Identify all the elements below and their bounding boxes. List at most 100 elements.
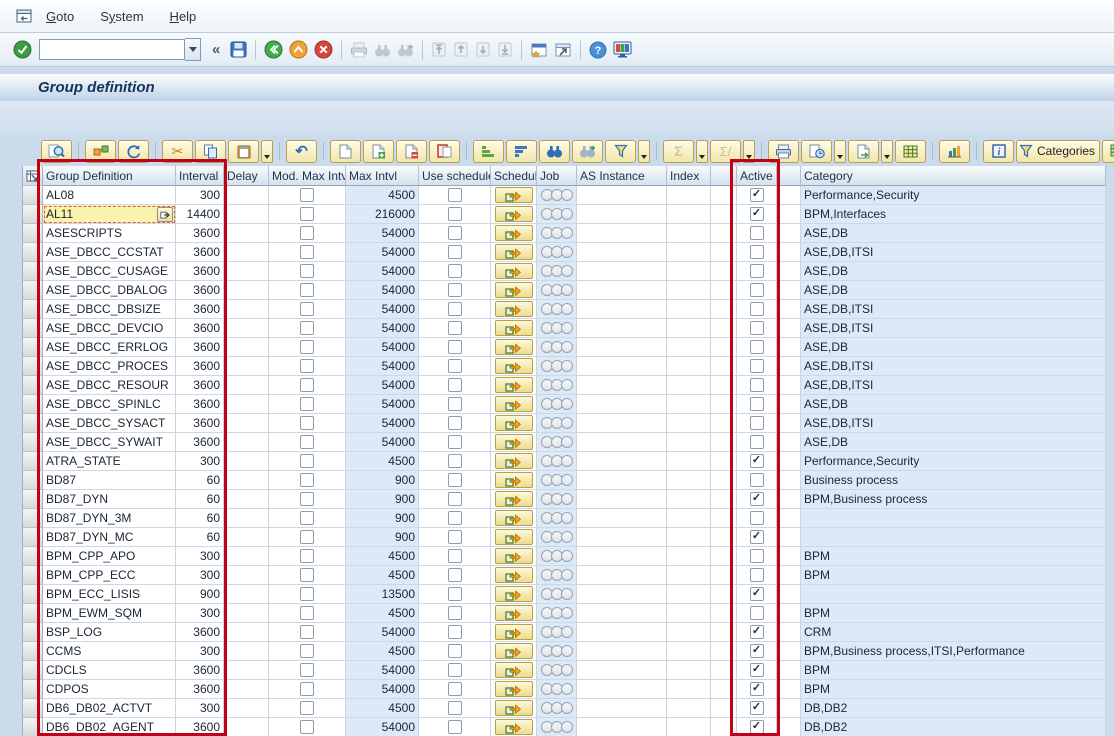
active-checkbox[interactable] <box>750 321 764 335</box>
row-selector[interactable] <box>23 623 43 642</box>
first-page-icon[interactable] <box>431 42 447 57</box>
mod-max-intvl-checkbox[interactable] <box>300 454 314 468</box>
cell-delay[interactable] <box>224 509 269 528</box>
job-status-icons[interactable] <box>541 702 573 714</box>
use-schedule-checkbox[interactable] <box>448 302 462 316</box>
cell-max-intvl[interactable]: 54000 <box>346 319 419 338</box>
cell-group[interactable]: BD87_DYN_MC <box>43 528 176 547</box>
cell-interval[interactable]: 3600 <box>176 243 224 262</box>
cell-category[interactable]: Business process <box>801 471 1106 490</box>
active-checkbox[interactable] <box>750 340 764 354</box>
schedule-button[interactable] <box>495 225 533 241</box>
cell-as-instance[interactable] <box>577 452 667 471</box>
schedule-button[interactable] <box>495 415 533 431</box>
active-checkbox[interactable] <box>750 302 764 316</box>
cell-index[interactable] <box>667 585 711 604</box>
row-selector[interactable] <box>23 509 43 528</box>
find-icon[interactable] <box>374 43 391 57</box>
active-checkbox[interactable]: ✓ <box>750 625 764 639</box>
schedule-button[interactable] <box>495 206 533 222</box>
mod-max-intvl-checkbox[interactable] <box>300 435 314 449</box>
cell-index[interactable] <box>667 642 711 661</box>
mod-max-intvl-checkbox[interactable] <box>300 701 314 715</box>
job-status-icons[interactable] <box>541 550 573 562</box>
cell-group[interactable]: ASE_DBCC_DEVCIO <box>43 319 176 338</box>
cell-as-instance[interactable] <box>577 376 667 395</box>
schedule-button[interactable] <box>495 662 533 678</box>
cell-group[interactable]: ASE_DBCC_PROCES <box>43 357 176 376</box>
graphic-icon[interactable] <box>939 140 970 163</box>
column-header-category[interactable]: Category <box>801 166 1106 186</box>
cell-delay[interactable] <box>224 528 269 547</box>
schedule-button[interactable] <box>495 700 533 716</box>
print-icon[interactable] <box>768 140 799 163</box>
cell-max-intvl[interactable]: 54000 <box>346 395 419 414</box>
cell-interval[interactable]: 3600 <box>176 680 224 699</box>
export-icon[interactable] <box>848 140 879 163</box>
row-selector[interactable] <box>23 243 43 262</box>
row-selector[interactable] <box>23 433 43 452</box>
row-selector[interactable] <box>23 300 43 319</box>
cell-index[interactable] <box>667 186 711 205</box>
use-schedule-checkbox[interactable] <box>448 511 462 525</box>
cell-delay[interactable] <box>224 585 269 604</box>
cell-index[interactable] <box>667 224 711 243</box>
use-schedule-checkbox[interactable] <box>448 283 462 297</box>
print-icon[interactable] <box>350 42 368 58</box>
cell-as-instance[interactable] <box>577 395 667 414</box>
schedule-button[interactable] <box>495 491 533 507</box>
cell-index[interactable] <box>667 376 711 395</box>
row-selector[interactable] <box>23 186 43 205</box>
enter-icon[interactable] <box>13 40 32 59</box>
cell-index[interactable] <box>667 205 711 224</box>
row-selector[interactable] <box>23 357 43 376</box>
exit-icon[interactable] <box>289 40 308 59</box>
create-entry-icon[interactable] <box>330 140 361 163</box>
cell-index[interactable] <box>667 623 711 642</box>
cell-as-instance[interactable] <box>577 281 667 300</box>
use-schedule-checkbox[interactable] <box>448 359 462 373</box>
job-status-icons[interactable] <box>541 208 573 220</box>
export-dropdown-icon[interactable] <box>881 140 893 163</box>
cell-category[interactable] <box>801 585 1106 604</box>
cell-as-instance[interactable] <box>577 414 667 433</box>
cell-delay[interactable] <box>224 205 269 224</box>
cell-as-instance[interactable] <box>577 262 667 281</box>
row-selector[interactable] <box>23 604 43 623</box>
cell-category[interactable]: ASE,DB <box>801 281 1106 300</box>
active-checkbox[interactable] <box>750 226 764 240</box>
cell-group[interactable]: CDCLS <box>43 661 176 680</box>
cell-max-intvl[interactable]: 54000 <box>346 300 419 319</box>
cell-as-instance[interactable] <box>577 319 667 338</box>
cell-category[interactable]: ASE,DB,ITSI <box>801 243 1106 262</box>
job-status-icons[interactable] <box>541 455 573 467</box>
row-selector[interactable] <box>23 395 43 414</box>
cell-index[interactable] <box>667 490 711 509</box>
job-status-icons[interactable] <box>541 474 573 486</box>
details-icon[interactable] <box>41 140 72 163</box>
cell-index[interactable] <box>667 300 711 319</box>
schedule-button[interactable] <box>495 187 533 203</box>
cell-as-instance[interactable] <box>577 186 667 205</box>
cell-group[interactable]: ASE_DBCC_DBSIZE <box>43 300 176 319</box>
cell-interval[interactable]: 900 <box>176 585 224 604</box>
cell-delay[interactable] <box>224 661 269 680</box>
cell-category[interactable]: DB,DB2 <box>801 699 1106 718</box>
cell-interval[interactable]: 300 <box>176 547 224 566</box>
cell-delay[interactable] <box>224 243 269 262</box>
cell-as-instance[interactable] <box>577 661 667 680</box>
cell-interval[interactable]: 60 <box>176 471 224 490</box>
mod-max-intvl-checkbox[interactable] <box>300 492 314 506</box>
cell-max-intvl[interactable]: 4500 <box>346 699 419 718</box>
find-icon[interactable] <box>539 140 570 163</box>
job-status-icons[interactable] <box>541 417 573 429</box>
mod-max-intvl-checkbox[interactable] <box>300 606 314 620</box>
mod-max-intvl-checkbox[interactable] <box>300 549 314 563</box>
job-status-icons[interactable] <box>541 645 573 657</box>
active-checkbox[interactable] <box>750 568 764 582</box>
cut-icon[interactable]: ✂ <box>162 140 193 163</box>
use-schedule-checkbox[interactable] <box>448 340 462 354</box>
cell-max-intvl[interactable]: 54000 <box>346 718 419 736</box>
sort-ascending-icon[interactable] <box>473 140 504 163</box>
cell-interval[interactable]: 3600 <box>176 338 224 357</box>
